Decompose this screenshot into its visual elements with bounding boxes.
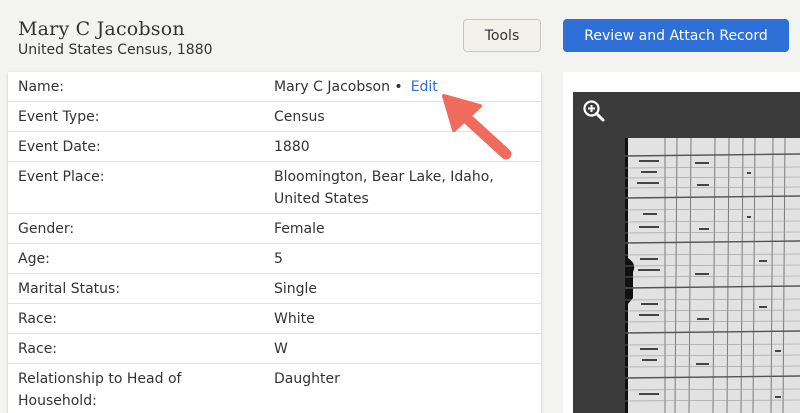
- detail-value: Daughter: [274, 371, 340, 387]
- detail-label: Race:: [18, 341, 58, 357]
- detail-label: Gender:: [18, 221, 75, 237]
- detail-label: Relationship to Head of Household:: [18, 371, 182, 409]
- detail-label: Event Type:: [18, 109, 100, 125]
- record-image-panel: [563, 72, 800, 413]
- detail-value: Female: [274, 221, 325, 237]
- detail-row-relationship: Relationship to Head of Household: Daugh…: [8, 364, 541, 413]
- review-attach-button[interactable]: Review and Attach Record: [563, 19, 789, 52]
- detail-label: Name:: [18, 79, 65, 95]
- record-title: Mary C Jacobson: [18, 18, 185, 40]
- detail-label: Event Date:: [18, 139, 101, 155]
- detail-row-race: Race: W: [8, 334, 541, 364]
- detail-label: Race:: [18, 311, 58, 327]
- image-viewer[interactable]: [573, 92, 800, 413]
- census-record-image[interactable]: [625, 138, 800, 413]
- detail-row-gender: Gender: Female: [8, 214, 541, 244]
- detail-row-age: Age: 5: [8, 244, 541, 274]
- record-collection: United States Census, 1880: [18, 42, 213, 58]
- detail-value: Bloomington, Bear Lake, Idaho, United St…: [274, 169, 494, 207]
- zoom-in-icon[interactable]: [582, 99, 606, 123]
- detail-value: Single: [274, 281, 318, 297]
- detail-row-race: Race: White: [8, 304, 541, 334]
- detail-label: Marital Status:: [18, 281, 121, 297]
- detail-row-marital-status: Marital Status: Single: [8, 274, 541, 304]
- name-value: Mary C Jacobson •: [274, 79, 403, 95]
- detail-value: White: [274, 311, 315, 327]
- tools-button[interactable]: Tools: [463, 19, 541, 52]
- detail-label: Age:: [18, 251, 50, 267]
- detail-label: Event Place:: [18, 169, 105, 185]
- detail-row-event-place: Event Place: Bloomington, Bear Lake, Ida…: [8, 162, 541, 214]
- detail-value: 5: [274, 251, 283, 267]
- arrow-annotation-icon: [442, 94, 512, 160]
- detail-value: W: [274, 341, 288, 357]
